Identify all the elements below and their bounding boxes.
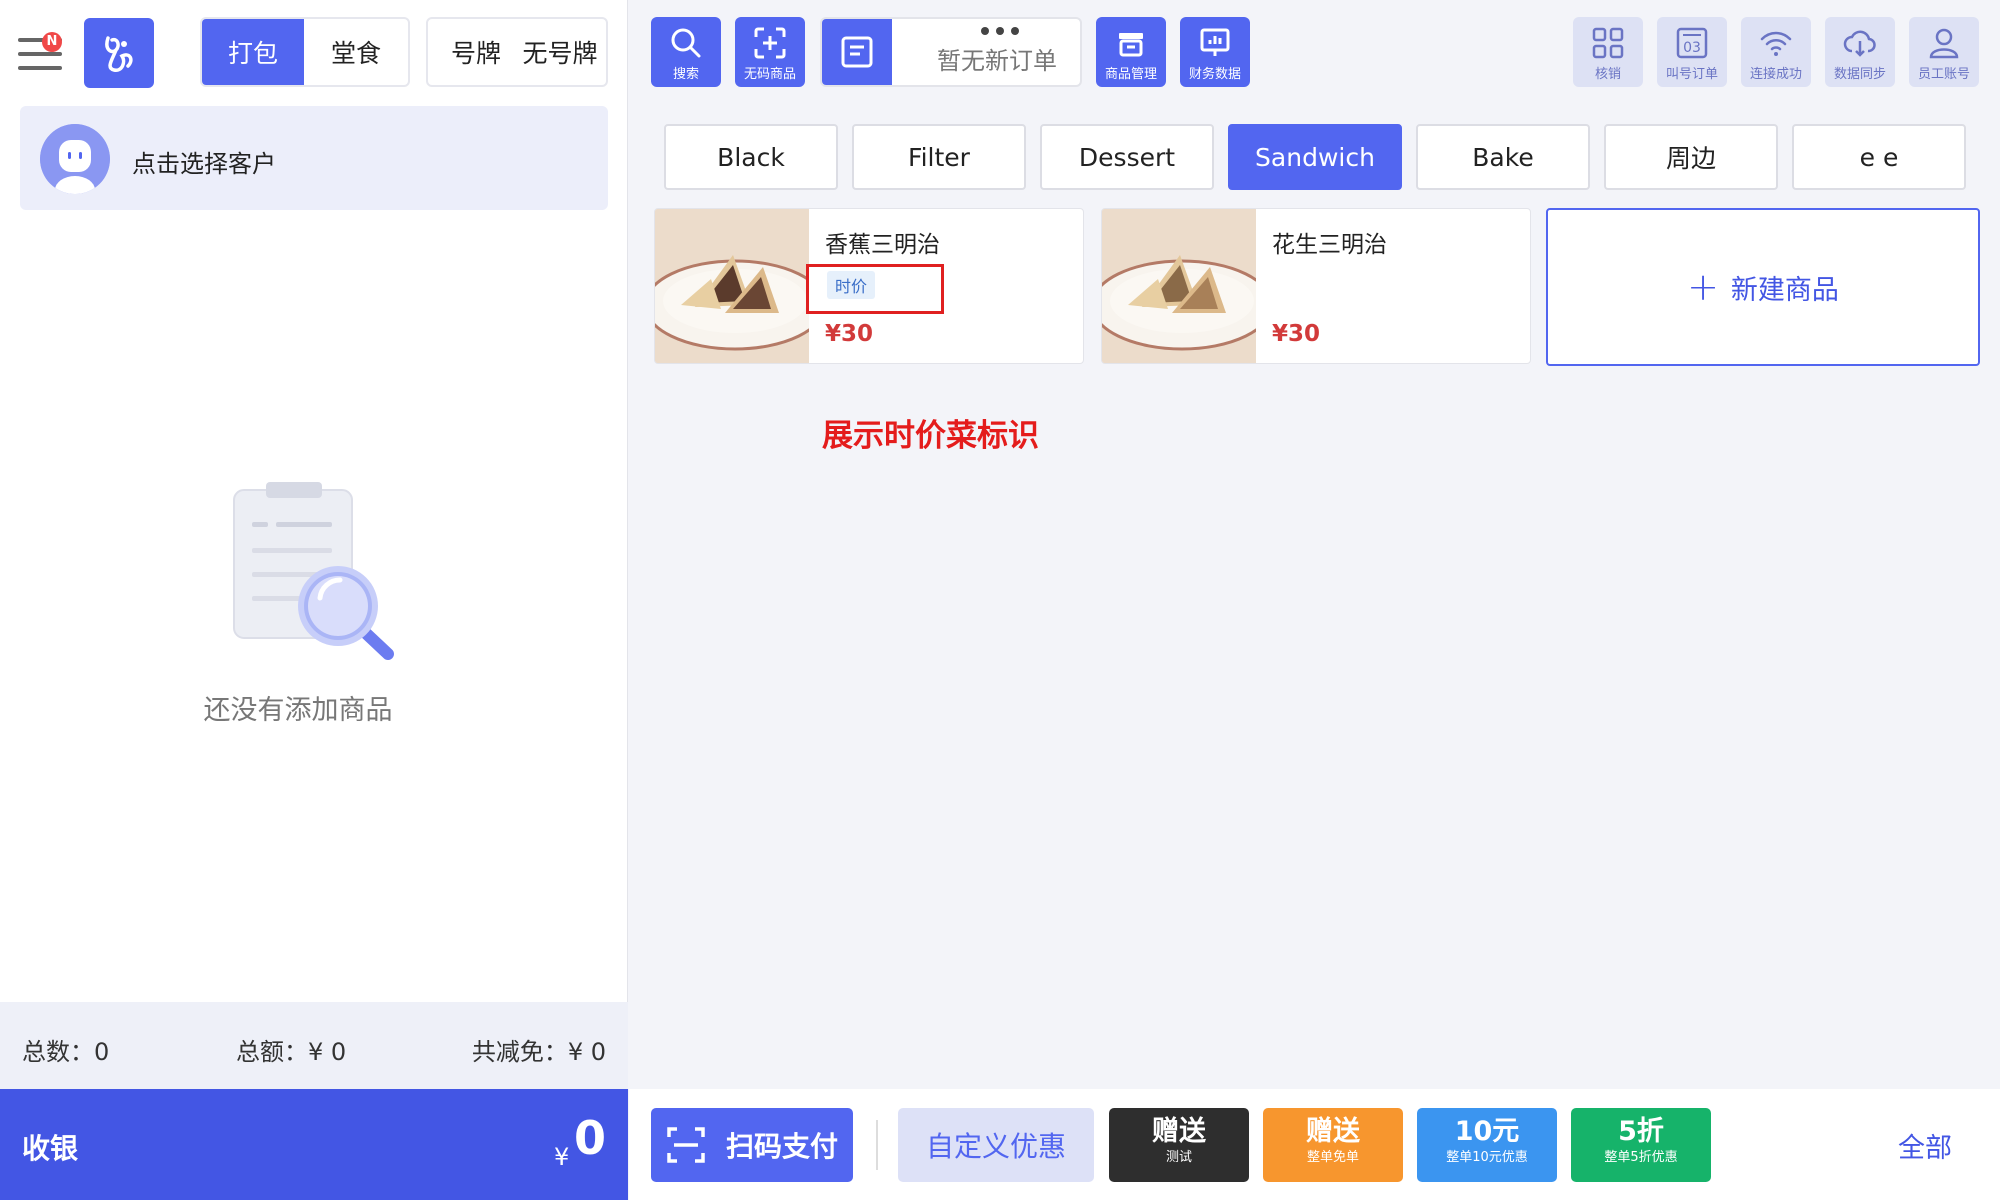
discount-button-10-off[interactable]: 10元 整单10元优惠 <box>1417 1108 1557 1182</box>
connection-status-label: 连接成功 <box>1749 67 1802 82</box>
plus-icon: + <box>1687 265 1719 309</box>
category-tab[interactable]: Black <box>664 124 838 190</box>
table-tag-option[interactable]: 号牌 <box>428 19 514 85</box>
more-dots-icon <box>980 21 1020 35</box>
no-table-tag-option[interactable]: 无号牌 <box>514 19 606 85</box>
logo-icon <box>105 36 133 72</box>
discount-subtitle: 整单10元优惠 <box>1446 1150 1528 1165</box>
call-number-icon: 03 <box>1676 27 1708 59</box>
search-label: 搜索 <box>672 67 699 82</box>
product-box-icon <box>1119 33 1143 57</box>
scan-pay-button[interactable]: 扫码支付 <box>651 1108 853 1182</box>
new-product-label: 新建商品 <box>1730 274 1839 306</box>
user-icon <box>1929 28 1959 59</box>
custom-discount-button[interactable]: 自定义优惠 <box>898 1108 1094 1182</box>
checkout-currency: ¥ <box>554 1143 570 1171</box>
app-logo <box>84 18 154 88</box>
avatar-icon <box>40 124 110 194</box>
discount-subtitle: 测试 <box>1165 1150 1192 1165</box>
staff-account-label: 员工账号 <box>1917 67 1970 82</box>
total-amount: 总额：¥ 0 <box>236 1038 347 1066</box>
data-sync-label: 数据同步 <box>1833 67 1886 82</box>
product-management-label: 商品管理 <box>1104 67 1157 82</box>
customer-avatar <box>40 124 110 194</box>
discount-button-50-percent[interactable]: 5折 整单5折优惠 <box>1571 1108 1711 1182</box>
product-management-button[interactable]: 商品管理 <box>1096 17 1166 87</box>
takeaway-option[interactable]: 打包 <box>202 19 304 85</box>
discount-title: 赠送 <box>1306 1116 1360 1147</box>
discount-button-free-order[interactable]: 赠送 整单免单 <box>1263 1108 1403 1182</box>
order-type-toggle: 打包 堂食 <box>200 17 410 87</box>
discount-subtitle: 整单5折优惠 <box>1604 1150 1678 1165</box>
product-image <box>1102 209 1274 363</box>
checkout-amount: 0 <box>573 1111 606 1165</box>
checkout-label: 收银 <box>22 1132 79 1165</box>
data-sync-button[interactable]: 数据同步 <box>1825 17 1895 87</box>
cart-summary: 总数：0 总额：¥ 0 共减免：¥ 0 <box>0 1002 628 1089</box>
table-tag-toggle: 号牌 无号牌 <box>426 17 608 87</box>
scan-pay-label: 扫码支付 <box>725 1130 838 1163</box>
product-name: 香蕉三明治 <box>825 232 940 258</box>
discount-button-gift-test[interactable]: 赠送 测试 <box>1109 1108 1249 1182</box>
category-tab[interactable]: 周边 <box>1604 124 1778 190</box>
select-customer-button[interactable]: 点击选择客户 <box>20 106 608 210</box>
svg-text:03: 03 <box>1683 40 1701 56</box>
finance-data-button[interactable]: 财务数据 <box>1180 17 1250 87</box>
notification-badge: N <box>42 32 62 52</box>
search-icon <box>671 28 701 58</box>
discount-subtitle: 整单免单 <box>1306 1150 1359 1165</box>
finance-chart-icon <box>1200 28 1230 56</box>
menu-icon-bar <box>18 52 62 56</box>
product-card[interactable]: 花生三明治 ¥30 <box>1101 208 1531 364</box>
product-name: 花生三明治 <box>1272 232 1387 258</box>
empty-cart-text: 还没有添加商品 <box>203 695 393 726</box>
annotation-text: 展示时价菜标识 <box>822 418 1039 454</box>
connection-status-button[interactable]: 连接成功 <box>1741 17 1811 87</box>
category-tab[interactable]: Bake <box>1416 124 1590 190</box>
highlight-box <box>806 264 944 314</box>
scan-icon <box>667 1127 705 1163</box>
category-tab-active[interactable]: Sandwich <box>1228 124 1402 190</box>
new-product-button[interactable]: + 新建商品 <box>1546 208 1980 366</box>
category-tab[interactable]: Dessert <box>1040 124 1214 190</box>
call-number-label: 叫号订单 <box>1665 67 1718 82</box>
finance-data-label: 财务数据 <box>1188 67 1241 82</box>
menu-icon-bar <box>18 66 62 70</box>
empty-cart-illustration <box>228 482 398 668</box>
no-code-item-label: 无码商品 <box>743 67 796 82</box>
category-tab[interactable]: e e <box>1792 124 1966 190</box>
verify-button[interactable]: 核销 <box>1573 17 1643 87</box>
dine-in-option[interactable]: 堂食 <box>304 19 408 85</box>
discount-title: 5折 <box>1618 1116 1664 1147</box>
call-number-button[interactable]: 03 叫号订单 <box>1657 17 1727 87</box>
product-price: ¥30 <box>1272 321 1321 347</box>
discount-title: 赠送 <box>1152 1116 1206 1147</box>
total-discount: 共减免：¥ 0 <box>471 1038 606 1066</box>
order-panel: N 打包 堂食 号牌 无号牌 点击选择客户 还没有添加商品 总数：0 总额：¥ … <box>0 0 628 1200</box>
search-button[interactable]: 搜索 <box>651 17 721 87</box>
new-order-status[interactable]: 暂无新订单 <box>820 17 1082 87</box>
divider <box>876 1120 878 1170</box>
qr-code-icon <box>1592 27 1624 59</box>
order-icon <box>822 19 892 85</box>
select-customer-label: 点击选择客户 <box>132 150 276 178</box>
scan-plus-icon <box>754 27 786 59</box>
new-order-text: 暂无新订单 <box>937 47 1057 75</box>
checkout-button[interactable]: 收银 ¥ 0 <box>0 1089 628 1200</box>
no-code-item-button[interactable]: 无码商品 <box>735 17 805 87</box>
discount-title: 10元 <box>1454 1116 1520 1147</box>
cloud-download-icon <box>1843 30 1876 57</box>
category-tab[interactable]: Filter <box>852 124 1026 190</box>
product-price: ¥30 <box>825 321 874 347</box>
verify-label: 核销 <box>1594 67 1621 82</box>
wifi-icon <box>1760 31 1792 56</box>
total-count: 总数：0 <box>22 1038 110 1066</box>
all-discounts-link[interactable]: 全部 <box>1898 1126 1952 1165</box>
staff-account-button[interactable]: 员工账号 <box>1909 17 1979 87</box>
product-image <box>655 209 827 363</box>
